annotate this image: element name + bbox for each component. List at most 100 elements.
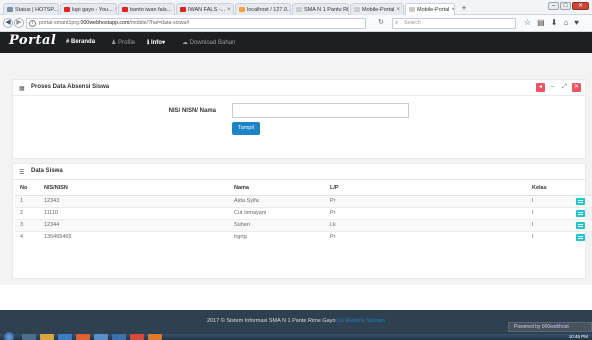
- data-siswa-title: Data Siswa: [31, 168, 63, 174]
- nis-input[interactable]: [232, 103, 409, 118]
- site-navbar: Portal # Beranda ♟ Profile ℹ Info▾ ☁ Dow…: [0, 32, 592, 53]
- collapse-icon[interactable]: ◂: [536, 83, 545, 92]
- table-row: 3 12344 Suheri Lk I: [15, 218, 592, 231]
- tab-close-icon[interactable]: ×: [173, 7, 174, 13]
- taskbar-app-icon[interactable]: [76, 334, 90, 340]
- tab-label: banto iwan fals...: [130, 6, 172, 13]
- cell-action: [571, 230, 592, 243]
- expand-icon[interactable]: ⤢: [560, 83, 569, 92]
- browser-tab[interactable]: banto iwan fals...×: [118, 3, 175, 15]
- browser-tab[interactable]: Mobile-Portal ×: [350, 3, 404, 15]
- taskbar-app-icon[interactable]: [94, 334, 108, 340]
- tampil-button[interactable]: Tampil: [232, 122, 260, 135]
- taskbar-app-icon[interactable]: [130, 334, 144, 340]
- browser-address-bar: ◀ ▶ i portal-smant1prg.000webhostapp.com…: [0, 15, 592, 32]
- new-tab-icon[interactable]: +: [458, 3, 470, 14]
- download-icon[interactable]: ⬇: [551, 18, 558, 27]
- browser-tab[interactable]: localhost / 127.0...×: [235, 3, 291, 15]
- grid-icon: ▦: [19, 86, 25, 92]
- nav-beranda[interactable]: # Beranda: [66, 39, 95, 45]
- browser-tab[interactable]: IWAN FALS -... ×: [176, 3, 234, 15]
- tab-close-icon[interactable]: ×: [396, 7, 400, 13]
- browser-tab[interactable]: SMA N 1 Pantu Rime...×: [292, 3, 349, 15]
- search-input[interactable]: ⌕ Search: [392, 18, 516, 29]
- taskbar-app-icon[interactable]: [112, 334, 126, 340]
- footer-text: 2017 © Sistem Informasi SMA N 1 Pante Ri…: [0, 318, 592, 324]
- panel-tools: ◂ ‒ ⤢ ✕: [536, 83, 581, 92]
- cell-lp: Pr: [325, 194, 527, 207]
- tab-favicon-icon: [296, 7, 302, 12]
- home-hash-icon: #: [66, 39, 70, 45]
- cell-lp: Pr: [325, 230, 527, 243]
- minimize-window-icon[interactable]: –: [548, 2, 559, 10]
- nav-download-label: Download Bahan: [189, 40, 236, 46]
- taskbar-app-icon[interactable]: [22, 334, 36, 340]
- powered-by-badge[interactable]: Powered by 000webhost: [508, 322, 592, 332]
- browser-tab[interactable]: Mobile-Portal ×: [405, 3, 455, 15]
- nav-info[interactable]: ℹ Info▾: [147, 39, 165, 46]
- browser-tab[interactable]: lupi gayo - You...×: [60, 3, 117, 15]
- cell-nis: 12343: [39, 194, 229, 207]
- tab-favicon-icon: [64, 7, 70, 12]
- site-footer: 2017 © Sistem Informasi SMA N 1 Pante Ri…: [0, 310, 592, 334]
- url-field[interactable]: i portal-smant1prg.000webhostapp.com/mob…: [26, 18, 366, 29]
- bookmark-star-icon[interactable]: ☆: [524, 18, 531, 27]
- close-icon[interactable]: ✕: [572, 83, 581, 92]
- cell-kelas: I: [527, 218, 571, 231]
- detail-button[interactable]: [576, 197, 585, 205]
- taskbar-app-icon[interactable]: [148, 334, 162, 340]
- cell-no: 1: [15, 194, 39, 207]
- tab-label: lupi gayo - You...: [72, 6, 113, 13]
- col-action: [571, 182, 592, 196]
- tab-label: Status | HOTSP...: [15, 6, 58, 13]
- detail-button[interactable]: [576, 221, 585, 229]
- start-button-icon[interactable]: [4, 332, 14, 340]
- table-row: 1 12343 Aida Syifa Pr I: [15, 194, 592, 207]
- tab-favicon-icon: [180, 7, 186, 12]
- maximize-window-icon[interactable]: □: [560, 2, 571, 10]
- tab-label: Mobile-Portal: [417, 6, 450, 13]
- reload-icon[interactable]: ↻: [378, 18, 384, 26]
- footer-copyright: 2017 © Sistem Informasi SMA N 1 Pante Ri…: [207, 318, 336, 324]
- browser-tab-strip: Status | HOTSP...×lupi gayo - You...×ban…: [0, 0, 592, 15]
- detail-button[interactable]: [576, 233, 585, 241]
- back-icon[interactable]: ◀: [3, 18, 13, 28]
- cell-kelas: I: [527, 194, 571, 207]
- cell-action: [571, 218, 592, 231]
- cell-nama: Cut Ismayani: [229, 206, 325, 219]
- taskbar-app-icon[interactable]: [58, 334, 72, 340]
- cell-no: 3: [15, 218, 39, 231]
- data-siswa-panel: ☰ Data Siswa No NIS/NISN Nama L/P Kelas …: [12, 163, 592, 279]
- tab-close-icon[interactable]: ×: [115, 7, 116, 13]
- pocket-icon[interactable]: ♥: [574, 18, 579, 27]
- tab-favicon-icon: [354, 7, 360, 12]
- os-taskbar: 10:46 PM: [0, 332, 592, 340]
- nis-field-label: NIS/ NISN/ Nama: [168, 108, 216, 114]
- col-lp: L/P: [325, 182, 527, 196]
- url-path: /mobile/?hal=data-siswa#: [129, 20, 190, 26]
- browser-tab[interactable]: Status | HOTSP...×: [3, 3, 59, 15]
- table-icon: ☰: [19, 170, 25, 176]
- library-icon[interactable]: ▤: [537, 18, 545, 27]
- close-window-icon[interactable]: ✕: [572, 2, 589, 10]
- cell-kelas: I: [527, 206, 571, 219]
- detail-button[interactable]: [576, 209, 585, 217]
- forward-icon[interactable]: ▶: [14, 18, 24, 28]
- cell-nis: 12344: [39, 218, 229, 231]
- web-version-link[interactable]: Us Website Version: [337, 318, 385, 324]
- absensi-panel-title: Proses Data Absensi Siswa: [31, 84, 110, 90]
- info-circle-icon: ℹ: [147, 40, 150, 46]
- brand-logo[interactable]: Portal: [9, 33, 56, 48]
- tab-close-icon[interactable]: ×: [451, 7, 454, 13]
- minimize-icon[interactable]: ‒: [548, 83, 557, 92]
- cell-kelas: I: [527, 230, 571, 243]
- tab-close-icon[interactable]: ×: [227, 7, 231, 13]
- home-icon[interactable]: ⌂: [563, 18, 568, 27]
- info-icon[interactable]: i: [29, 20, 36, 27]
- window-controls: – □ ✕: [548, 2, 589, 10]
- nav-profile[interactable]: ♟ Profile: [111, 39, 135, 46]
- nav-download[interactable]: ☁ Download Bahan: [182, 39, 235, 46]
- taskbar-app-icon[interactable]: [40, 334, 54, 340]
- url-prefix: portal-smant1prg.: [39, 20, 81, 26]
- search-icon: ⌕: [395, 20, 399, 26]
